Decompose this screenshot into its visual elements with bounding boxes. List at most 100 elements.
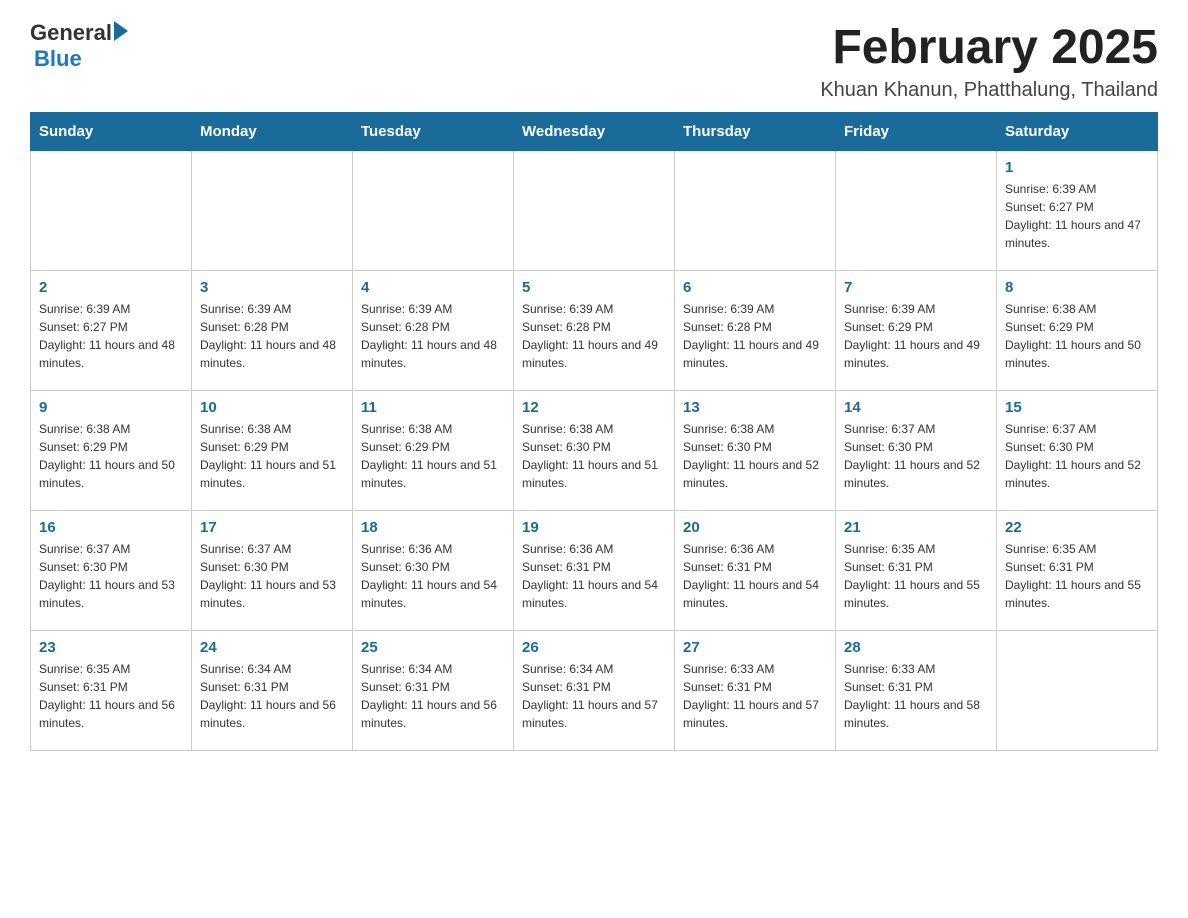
day-number: 9 (39, 399, 183, 416)
day-number: 3 (200, 279, 344, 296)
header-tuesday: Tuesday (353, 113, 514, 151)
logo-blue-text: Blue (34, 46, 82, 72)
header-wednesday: Wednesday (514, 113, 675, 151)
calendar-cell: 6 Sunrise: 6:39 AMSunset: 6:28 PMDaylight… (675, 271, 836, 391)
week-row-4: 16 Sunrise: 6:37 AMSunset: 6:30 PMDayligh… (31, 511, 1158, 631)
day-number: 24 (200, 639, 344, 656)
day-info: Sunrise: 6:34 AMSunset: 6:31 PMDaylight:… (522, 660, 666, 732)
day-number: 5 (522, 279, 666, 296)
day-number: 1 (1005, 159, 1149, 176)
calendar-cell: 18 Sunrise: 6:36 AMSunset: 6:30 PMDayligh… (353, 511, 514, 631)
day-info: Sunrise: 6:38 AMSunset: 6:29 PMDaylight:… (39, 420, 183, 492)
week-row-2: 2Sunrise: 6:39 AMSunset: 6:27 PMDaylight… (31, 271, 1158, 391)
day-info: Sunrise: 6:35 AMSunset: 6:31 PMDaylight:… (39, 660, 183, 732)
header-friday: Friday (836, 113, 997, 151)
day-number: 22 (1005, 519, 1149, 536)
day-number: 25 (361, 639, 505, 656)
header-sunday: Sunday (31, 113, 192, 151)
day-info: Sunrise: 6:38 AMSunset: 6:30 PMDaylight:… (522, 420, 666, 492)
day-number: 16 (39, 519, 183, 536)
logo-arrow-icon (114, 21, 128, 41)
day-info: Sunrise: 6:34 AMSunset: 6:31 PMDaylight:… (361, 660, 505, 732)
day-number: 7 (844, 279, 988, 296)
calendar-cell: 5 Sunrise: 6:39 AMSunset: 6:28 PMDaylight… (514, 271, 675, 391)
calendar-cell (997, 631, 1158, 751)
day-info: Sunrise: 6:37 AMSunset: 6:30 PMDaylight:… (200, 540, 344, 612)
day-number: 26 (522, 639, 666, 656)
calendar-cell: 17 Sunrise: 6:37 AMSunset: 6:30 PMDayligh… (192, 511, 353, 631)
day-info: Sunrise: 6:38 AMSunset: 6:29 PMDaylight:… (361, 420, 505, 492)
day-info: Sunrise: 6:37 AMSunset: 6:30 PMDaylight:… (844, 420, 988, 492)
day-info: Sunrise: 6:35 AMSunset: 6:31 PMDaylight:… (844, 540, 988, 612)
calendar-cell: 15Sunrise: 6:37 AMSunset: 6:30 PMDayligh… (997, 391, 1158, 511)
calendar-cell (31, 151, 192, 271)
calendar-cell: 16 Sunrise: 6:37 AMSunset: 6:30 PMDayligh… (31, 511, 192, 631)
calendar-cell: 4 Sunrise: 6:39 AMSunset: 6:28 PMDaylight… (353, 271, 514, 391)
calendar-cell: 2Sunrise: 6:39 AMSunset: 6:27 PMDaylight… (31, 271, 192, 391)
calendar-cell: 14Sunrise: 6:37 AMSunset: 6:30 PMDayligh… (836, 391, 997, 511)
day-number: 27 (683, 639, 827, 656)
logo-general-text: General (30, 20, 112, 46)
calendar-cell (353, 151, 514, 271)
day-number: 15 (1005, 399, 1149, 416)
calendar-cell: 1Sunrise: 6:39 AMSunset: 6:27 PMDaylight… (997, 151, 1158, 271)
header-saturday: Saturday (997, 113, 1158, 151)
calendar-cell: 7 Sunrise: 6:39 AMSunset: 6:29 PMDaylight… (836, 271, 997, 391)
day-info: Sunrise: 6:38 AMSunset: 6:30 PMDaylight:… (683, 420, 827, 492)
day-number: 2 (39, 279, 183, 296)
day-number: 17 (200, 519, 344, 536)
day-info: Sunrise: 6:39 AMSunset: 6:29 PMDaylight:… (844, 300, 988, 372)
calendar-cell: 24 Sunrise: 6:34 AMSunset: 6:31 PMDayligh… (192, 631, 353, 751)
calendar-cell (836, 151, 997, 271)
calendar-cell: 11 Sunrise: 6:38 AMSunset: 6:29 PMDayligh… (353, 391, 514, 511)
logo: General Blue (30, 20, 128, 72)
calendar-cell (192, 151, 353, 271)
calendar-table: SundayMondayTuesdayWednesdayThursdayFrid… (30, 112, 1158, 751)
day-info: Sunrise: 6:39 AMSunset: 6:28 PMDaylight:… (683, 300, 827, 372)
calendar-cell: 3 Sunrise: 6:39 AMSunset: 6:28 PMDaylight… (192, 271, 353, 391)
calendar-cell: 13 Sunrise: 6:38 AMSunset: 6:30 PMDayligh… (675, 391, 836, 511)
day-number: 18 (361, 519, 505, 536)
day-number: 13 (683, 399, 827, 416)
day-info: Sunrise: 6:36 AMSunset: 6:31 PMDaylight:… (683, 540, 827, 612)
day-info: Sunrise: 6:39 AMSunset: 6:28 PMDaylight:… (361, 300, 505, 372)
day-number: 23 (39, 639, 183, 656)
day-info: Sunrise: 6:35 AMSunset: 6:31 PMDaylight:… (1005, 540, 1149, 612)
month-year-title: February 2025 (820, 20, 1158, 75)
calendar-cell: 23 Sunrise: 6:35 AMSunset: 6:31 PMDayligh… (31, 631, 192, 751)
calendar-cell: 12 Sunrise: 6:38 AMSunset: 6:30 PMDayligh… (514, 391, 675, 511)
header-row: SundayMondayTuesdayWednesdayThursdayFrid… (31, 113, 1158, 151)
calendar-cell: 27Sunrise: 6:33 AMSunset: 6:31 PMDayligh… (675, 631, 836, 751)
day-number: 20 (683, 519, 827, 536)
calendar-cell: 9 Sunrise: 6:38 AMSunset: 6:29 PMDaylight… (31, 391, 192, 511)
calendar-cell: 21 Sunrise: 6:35 AMSunset: 6:31 PMDayligh… (836, 511, 997, 631)
day-info: Sunrise: 6:36 AMSunset: 6:30 PMDaylight:… (361, 540, 505, 612)
day-info: Sunrise: 6:39 AMSunset: 6:28 PMDaylight:… (200, 300, 344, 372)
week-row-5: 23 Sunrise: 6:35 AMSunset: 6:31 PMDayligh… (31, 631, 1158, 751)
calendar-cell: 19Sunrise: 6:36 AMSunset: 6:31 PMDayligh… (514, 511, 675, 631)
calendar-cell (675, 151, 836, 271)
calendar-cell: 10 Sunrise: 6:38 AMSunset: 6:29 PMDayligh… (192, 391, 353, 511)
day-number: 28 (844, 639, 988, 656)
day-number: 4 (361, 279, 505, 296)
calendar-cell: 8 Sunrise: 6:38 AMSunset: 6:29 PMDaylight… (997, 271, 1158, 391)
location-subtitle: Khuan Khanun, Phatthalung, Thailand (820, 79, 1158, 102)
calendar-body: 1Sunrise: 6:39 AMSunset: 6:27 PMDaylight… (31, 151, 1158, 751)
day-number: 12 (522, 399, 666, 416)
header-thursday: Thursday (675, 113, 836, 151)
day-number: 6 (683, 279, 827, 296)
calendar-cell: 25 Sunrise: 6:34 AMSunset: 6:31 PMDayligh… (353, 631, 514, 751)
week-row-1: 1Sunrise: 6:39 AMSunset: 6:27 PMDaylight… (31, 151, 1158, 271)
day-number: 11 (361, 399, 505, 416)
day-info: Sunrise: 6:33 AMSunset: 6:31 PMDaylight:… (844, 660, 988, 732)
title-block: February 2025 Khuan Khanun, Phatthalung,… (820, 20, 1158, 102)
day-info: Sunrise: 6:38 AMSunset: 6:29 PMDaylight:… (200, 420, 344, 492)
day-number: 10 (200, 399, 344, 416)
day-info: Sunrise: 6:38 AMSunset: 6:29 PMDaylight:… (1005, 300, 1149, 372)
day-info: Sunrise: 6:34 AMSunset: 6:31 PMDaylight:… (200, 660, 344, 732)
day-info: Sunrise: 6:37 AMSunset: 6:30 PMDaylight:… (39, 540, 183, 612)
week-row-3: 9 Sunrise: 6:38 AMSunset: 6:29 PMDaylight… (31, 391, 1158, 511)
day-number: 8 (1005, 279, 1149, 296)
day-info: Sunrise: 6:39 AMSunset: 6:28 PMDaylight:… (522, 300, 666, 372)
day-number: 21 (844, 519, 988, 536)
